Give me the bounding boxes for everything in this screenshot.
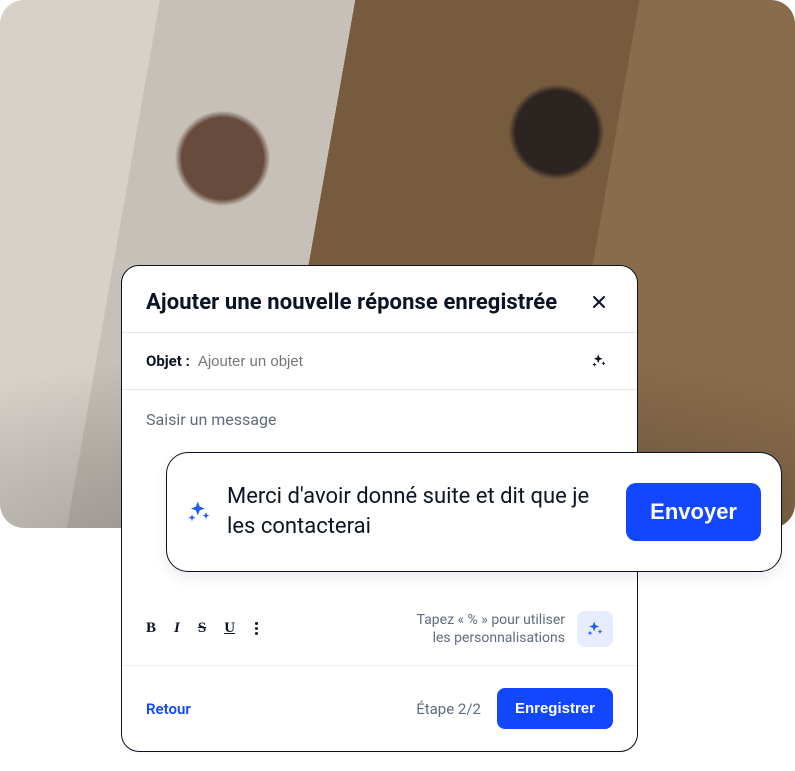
strikethrough-button[interactable]: S xyxy=(198,620,206,637)
send-button[interactable]: Envoyer xyxy=(626,483,761,541)
subject-label: Objet : xyxy=(146,352,190,370)
format-row: B I S U Tapez « % » pour utiliser les pe… xyxy=(122,611,637,647)
save-button[interactable]: Enregistrer xyxy=(497,688,613,729)
subject-input[interactable] xyxy=(198,353,577,370)
step-indicator: Étape 2/2 xyxy=(416,700,481,718)
suggestion-text: Merci d'avoir donné suite et dit que je … xyxy=(227,482,612,541)
bold-button[interactable]: B xyxy=(146,620,156,637)
sparkle-icon xyxy=(590,352,608,370)
personalization-hint: Tapez « % » pour utiliser les personnali… xyxy=(417,611,613,647)
italic-button[interactable]: I xyxy=(174,620,180,637)
format-toolbar: B I S U xyxy=(146,620,260,637)
subject-row: Objet : xyxy=(122,333,637,389)
underline-button[interactable]: U xyxy=(224,620,235,637)
personalization-hint-text: Tapez « % » pour utiliser les personnali… xyxy=(417,611,565,647)
sparkle-icon xyxy=(185,498,213,526)
close-button[interactable] xyxy=(585,288,613,316)
message-body-area[interactable]: Saisir un message xyxy=(122,390,637,431)
modal-title: Ajouter une nouvelle réponse enregistrée xyxy=(146,290,557,315)
back-button[interactable]: Retour xyxy=(146,700,191,718)
ai-suggestion-card: Merci d'avoir donné suite et dit que je … xyxy=(166,452,782,572)
close-icon xyxy=(591,294,607,310)
sparkle-icon xyxy=(585,619,605,639)
ai-assist-button[interactable] xyxy=(577,611,613,647)
modal-header: Ajouter une nouvelle réponse enregistrée xyxy=(122,266,637,332)
ai-suggest-subject-button[interactable] xyxy=(585,347,613,375)
modal-footer: Retour Étape 2/2 Enregistrer xyxy=(122,665,637,751)
body-placeholder: Saisir un message xyxy=(146,410,613,429)
more-format-button[interactable] xyxy=(253,622,260,635)
